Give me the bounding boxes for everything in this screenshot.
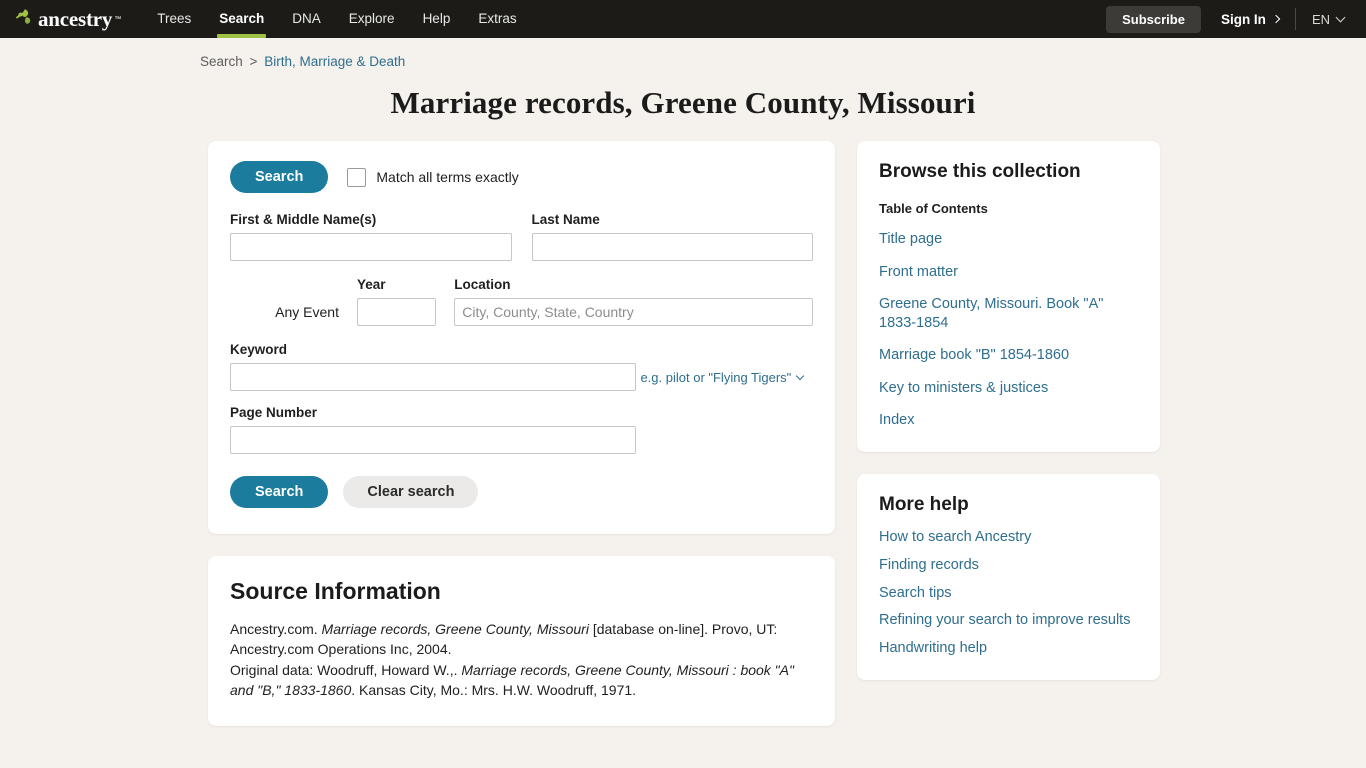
sign-in-label: Sign In [1220,11,1266,27]
breadcrumb-separator: > [249,54,258,69]
keyword-hint-label: e.g. pilot or "Flying Tigers" [640,370,792,385]
event-location-group: Location [454,277,813,326]
language-selector[interactable]: EN [1296,0,1352,38]
breadcrumb-current-link[interactable]: Birth, Marriage & Death [264,54,405,69]
last-name-input[interactable] [531,233,813,261]
trademark-symbol: ™ [114,15,122,23]
browse-collection-card: Browse this collection Table of Contents… [857,141,1160,452]
page-number-input[interactable] [230,426,636,454]
event-year-group: Year [357,277,437,326]
nav-item-search[interactable]: Search [205,0,278,38]
page-title: Marriage records, Greene County, Missour… [390,85,976,120]
clear-search-button[interactable]: Clear search [343,476,479,508]
year-input[interactable] [357,298,437,326]
event-type-label: Any Event [275,304,339,320]
first-name-input[interactable] [230,233,512,261]
help-link-handwriting[interactable]: Handwriting help [879,639,1138,658]
breadcrumb: Search > Birth, Marriage & Death [0,38,1366,69]
leaf-icon [14,6,36,33]
page-number-label: Page Number [230,405,318,420]
subscribe-button[interactable]: Subscribe [1106,5,1201,33]
search-form-card: Search Match all terms exactly First & M… [208,141,835,534]
year-label: Year [357,277,386,292]
event-row: Any Event Year Location [230,277,813,326]
brand-wordmark: ancestry [38,6,113,31]
last-name-group: Last Name [531,212,813,261]
search-top-row: Search Match all terms exactly [230,161,813,193]
source-line-2-pre: Original data: Woodruff, Howard W.,. [230,661,462,678]
nav-item-explore[interactable]: Explore [335,0,409,38]
source-line-1-italic: Marriage records, Greene County, Missour… [321,621,589,637]
chevron-down-icon [796,371,805,381]
chevron-down-icon [1335,12,1346,23]
more-help-card: More help How to search Ancestry Finding… [857,473,1160,681]
match-all-terms-checkbox[interactable] [347,167,367,187]
breadcrumb-root-link[interactable]: Search [200,54,243,69]
keyword-hint-toggle[interactable]: e.g. pilot or "Flying Tigers" [640,370,805,385]
browse-collection-title: Browse this collection [879,161,1081,182]
help-link-refining-search[interactable]: Refining your search to improve results [879,611,1138,630]
nav-item-dna[interactable]: DNA [278,0,335,38]
toc-link-book-b[interactable]: Marriage book "B" 1854-1860 [879,346,1138,365]
source-line-1-pre: Ancestry.com. [230,621,322,637]
left-column: Search Match all terms exactly First & M… [208,141,835,727]
source-line-1: Ancestry.com. Marriage records, Greene C… [230,619,813,660]
ancestry-logo[interactable]: ancestry ™ [14,6,121,33]
nav-item-trees[interactable]: Trees [143,0,205,38]
keyword-group: Keyword e.g. pilot or "Flying Tigers" [230,342,813,391]
more-help-title: More help [879,493,969,515]
table-of-contents-heading: Table of Contents [879,201,988,216]
source-line-2: Original data: Woodruff, Howard W.,. Mar… [230,660,813,701]
keyword-input[interactable] [230,363,636,391]
match-all-terms-exactly-row[interactable]: Match all terms exactly [347,167,519,187]
location-label: Location [454,277,511,292]
toc-link-key-to-ministers[interactable]: Key to ministers & justices [879,379,1138,398]
match-all-terms-label: Match all terms exactly [376,169,519,185]
first-name-label: First & Middle Name(s) [230,212,377,227]
search-button-top[interactable]: Search [230,161,329,193]
nav-item-extras[interactable]: Extras [464,0,530,38]
chevron-right-icon [1271,14,1281,23]
toc-link-index[interactable]: Index [879,411,1138,430]
sign-in-button[interactable]: Sign In [1201,0,1295,38]
toc-link-book-a[interactable]: Greene County, Missouri. Book "A" 1833-1… [879,295,1138,332]
right-sidebar: Browse this collection Table of Contents… [857,141,1160,681]
language-label: EN [1311,11,1330,27]
names-row: First & Middle Name(s) Last Name [230,212,813,261]
toc-link-title-page[interactable]: Title page [879,230,1138,249]
search-button-bottom[interactable]: Search [230,476,329,508]
page-number-group: Page Number [230,405,813,454]
help-link-finding-records[interactable]: Finding records [879,556,1138,575]
first-name-group: First & Middle Name(s) [230,212,512,261]
toc-link-front-matter[interactable]: Front matter [879,263,1138,282]
last-name-label: Last Name [531,212,600,227]
search-bottom-row: Search Clear search [230,476,813,508]
nav-item-help[interactable]: Help [409,0,465,38]
main-content: Search Match all terms exactly First & M… [0,121,1366,727]
source-information-body: Ancestry.com. Marriage records, Greene C… [230,619,813,700]
help-link-search-tips[interactable]: Search tips [879,584,1138,603]
nav-right-group: Subscribe Sign In EN [1106,0,1352,38]
keyword-label: Keyword [230,342,288,357]
primary-nav-links: Trees Search DNA Explore Help Extras [143,0,530,38]
location-input[interactable] [454,298,813,326]
source-information-title: Source Information [230,578,441,604]
help-link-how-to-search[interactable]: How to search Ancestry [879,528,1138,547]
top-navigation-bar: ancestry ™ Trees Search DNA Explore Help… [0,0,1366,38]
source-information-card: Source Information Ancestry.com. Marriag… [208,556,835,727]
source-line-2-post: . Kansas City, Mo.: Mrs. H.W. Woodruff, … [351,681,637,698]
